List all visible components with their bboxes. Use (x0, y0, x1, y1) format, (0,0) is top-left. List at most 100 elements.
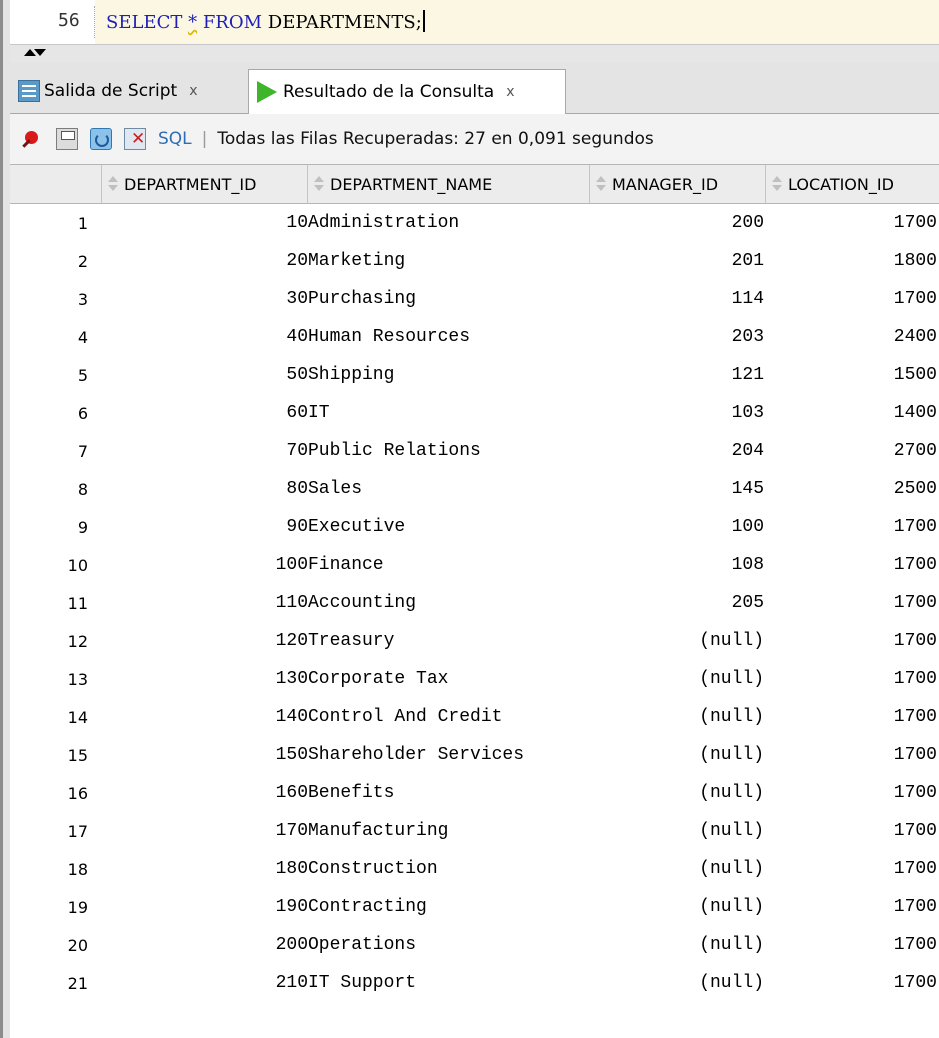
department-name-cell[interactable]: Finance (308, 546, 590, 584)
table-row[interactable]: 21 210 IT Support (null) 1700 (10, 964, 939, 1002)
manager-id-cell[interactable]: 103 (590, 394, 766, 432)
sql-editor[interactable]: 56 SELECT * FROM DEPARTMENTS; (10, 0, 939, 44)
location-id-cell[interactable]: 1700 (766, 204, 939, 242)
manager-id-cell[interactable]: (null) (590, 812, 766, 850)
manager-id-cell[interactable]: (null) (590, 660, 766, 698)
header-location-id[interactable]: LOCATION_ID (766, 165, 939, 203)
table-row[interactable]: 17 170 Manufacturing (null) 1700 (10, 812, 939, 850)
refresh-icon[interactable] (90, 128, 112, 150)
department-id-cell[interactable]: 190 (102, 888, 308, 926)
location-id-cell[interactable]: 1700 (766, 964, 939, 1002)
location-id-cell[interactable]: 1700 (766, 622, 939, 660)
table-row[interactable]: 16 160 Benefits (null) 1700 (10, 774, 939, 812)
department-name-cell[interactable]: Accounting (308, 584, 590, 622)
department-id-cell[interactable]: 20 (102, 242, 308, 280)
department-name-cell[interactable]: Administration (308, 204, 590, 242)
row-number-cell[interactable]: 8 (10, 470, 102, 508)
manager-id-cell[interactable]: (null) (590, 850, 766, 888)
location-id-cell[interactable]: 2700 (766, 432, 939, 470)
table-row[interactable]: 5 50 Shipping 121 1500 (10, 356, 939, 394)
department-name-cell[interactable]: Executive (308, 508, 590, 546)
table-row[interactable]: 1 10 Administration 200 1700 (10, 204, 939, 242)
table-row[interactable]: 8 80 Sales 145 2500 (10, 470, 939, 508)
row-number-cell[interactable]: 11 (10, 584, 102, 622)
location-id-cell[interactable]: 2500 (766, 470, 939, 508)
manager-id-cell[interactable]: 121 (590, 356, 766, 394)
row-number-cell[interactable]: 14 (10, 698, 102, 736)
sort-icon[interactable] (108, 176, 118, 192)
row-number-cell[interactable]: 4 (10, 318, 102, 356)
department-id-cell[interactable]: 110 (102, 584, 308, 622)
location-id-cell[interactable]: 1700 (766, 546, 939, 584)
department-name-cell[interactable]: IT Support (308, 964, 590, 1002)
manager-id-cell[interactable]: 205 (590, 584, 766, 622)
row-number-cell[interactable]: 5 (10, 356, 102, 394)
department-id-cell[interactable]: 80 (102, 470, 308, 508)
table-row[interactable]: 12 120 Treasury (null) 1700 (10, 622, 939, 660)
table-row[interactable]: 13 130 Corporate Tax (null) 1700 (10, 660, 939, 698)
table-row[interactable]: 10 100 Finance 108 1700 (10, 546, 939, 584)
department-name-cell[interactable]: Sales (308, 470, 590, 508)
location-id-cell[interactable]: 2400 (766, 318, 939, 356)
department-id-cell[interactable]: 40 (102, 318, 308, 356)
row-number-cell[interactable]: 16 (10, 774, 102, 812)
table-row[interactable]: 6 60 IT 103 1400 (10, 394, 939, 432)
department-id-cell[interactable]: 90 (102, 508, 308, 546)
manager-id-cell[interactable]: 201 (590, 242, 766, 280)
department-name-cell[interactable]: Shipping (308, 356, 590, 394)
sort-icon[interactable] (596, 176, 606, 192)
location-id-cell[interactable]: 1500 (766, 356, 939, 394)
table-row[interactable]: 9 90 Executive 100 1700 (10, 508, 939, 546)
location-id-cell[interactable]: 1700 (766, 660, 939, 698)
table-row[interactable]: 7 70 Public Relations 204 2700 (10, 432, 939, 470)
department-name-cell[interactable]: Treasury (308, 622, 590, 660)
location-id-cell[interactable]: 1700 (766, 280, 939, 318)
department-id-cell[interactable]: 160 (102, 774, 308, 812)
table-row[interactable]: 18 180 Construction (null) 1700 (10, 850, 939, 888)
department-id-cell[interactable]: 60 (102, 394, 308, 432)
panel-splitter[interactable] (10, 44, 939, 64)
manager-id-cell[interactable]: (null) (590, 622, 766, 660)
row-number-cell[interactable]: 3 (10, 280, 102, 318)
table-row[interactable]: 19 190 Contracting (null) 1700 (10, 888, 939, 926)
location-id-cell[interactable]: 1800 (766, 242, 939, 280)
pin-icon[interactable] (22, 128, 44, 150)
tab-query-result[interactable]: Resultado de la Consulta x (248, 69, 566, 114)
header-department-name[interactable]: DEPARTMENT_NAME (308, 165, 590, 203)
department-name-cell[interactable]: Public Relations (308, 432, 590, 470)
department-id-cell[interactable]: 120 (102, 622, 308, 660)
sql-code-line[interactable]: SELECT * FROM DEPARTMENTS; (106, 10, 425, 33)
row-number-cell[interactable]: 15 (10, 736, 102, 774)
row-number-cell[interactable]: 19 (10, 888, 102, 926)
manager-id-cell[interactable]: 204 (590, 432, 766, 470)
location-id-cell[interactable]: 1700 (766, 584, 939, 622)
department-name-cell[interactable]: Purchasing (308, 280, 590, 318)
tab-close-icon[interactable]: x (506, 84, 514, 100)
location-id-cell[interactable]: 1700 (766, 850, 939, 888)
department-name-cell[interactable]: Control And Credit (308, 698, 590, 736)
department-id-cell[interactable]: 10 (102, 204, 308, 242)
department-name-cell[interactable]: Contracting (308, 888, 590, 926)
department-name-cell[interactable]: Manufacturing (308, 812, 590, 850)
row-number-cell[interactable]: 9 (10, 508, 102, 546)
department-id-cell[interactable]: 50 (102, 356, 308, 394)
manager-id-cell[interactable]: (null) (590, 774, 766, 812)
department-name-cell[interactable]: Human Resources (308, 318, 590, 356)
collapse-down-icon[interactable] (34, 49, 46, 56)
location-id-cell[interactable]: 1700 (766, 926, 939, 964)
row-number-cell[interactable]: 7 (10, 432, 102, 470)
department-id-cell[interactable]: 100 (102, 546, 308, 584)
department-id-cell[interactable]: 150 (102, 736, 308, 774)
department-name-cell[interactable]: Benefits (308, 774, 590, 812)
location-id-cell[interactable]: 1700 (766, 888, 939, 926)
location-id-cell[interactable]: 1700 (766, 812, 939, 850)
department-id-cell[interactable]: 170 (102, 812, 308, 850)
manager-id-cell[interactable]: (null) (590, 926, 766, 964)
manager-id-cell[interactable]: (null) (590, 888, 766, 926)
manager-id-cell[interactable]: 108 (590, 546, 766, 584)
manager-id-cell[interactable]: (null) (590, 964, 766, 1002)
header-manager-id[interactable]: MANAGER_ID (590, 165, 766, 203)
manager-id-cell[interactable]: 145 (590, 470, 766, 508)
row-number-cell[interactable]: 13 (10, 660, 102, 698)
sql-button[interactable]: SQL (158, 129, 192, 149)
